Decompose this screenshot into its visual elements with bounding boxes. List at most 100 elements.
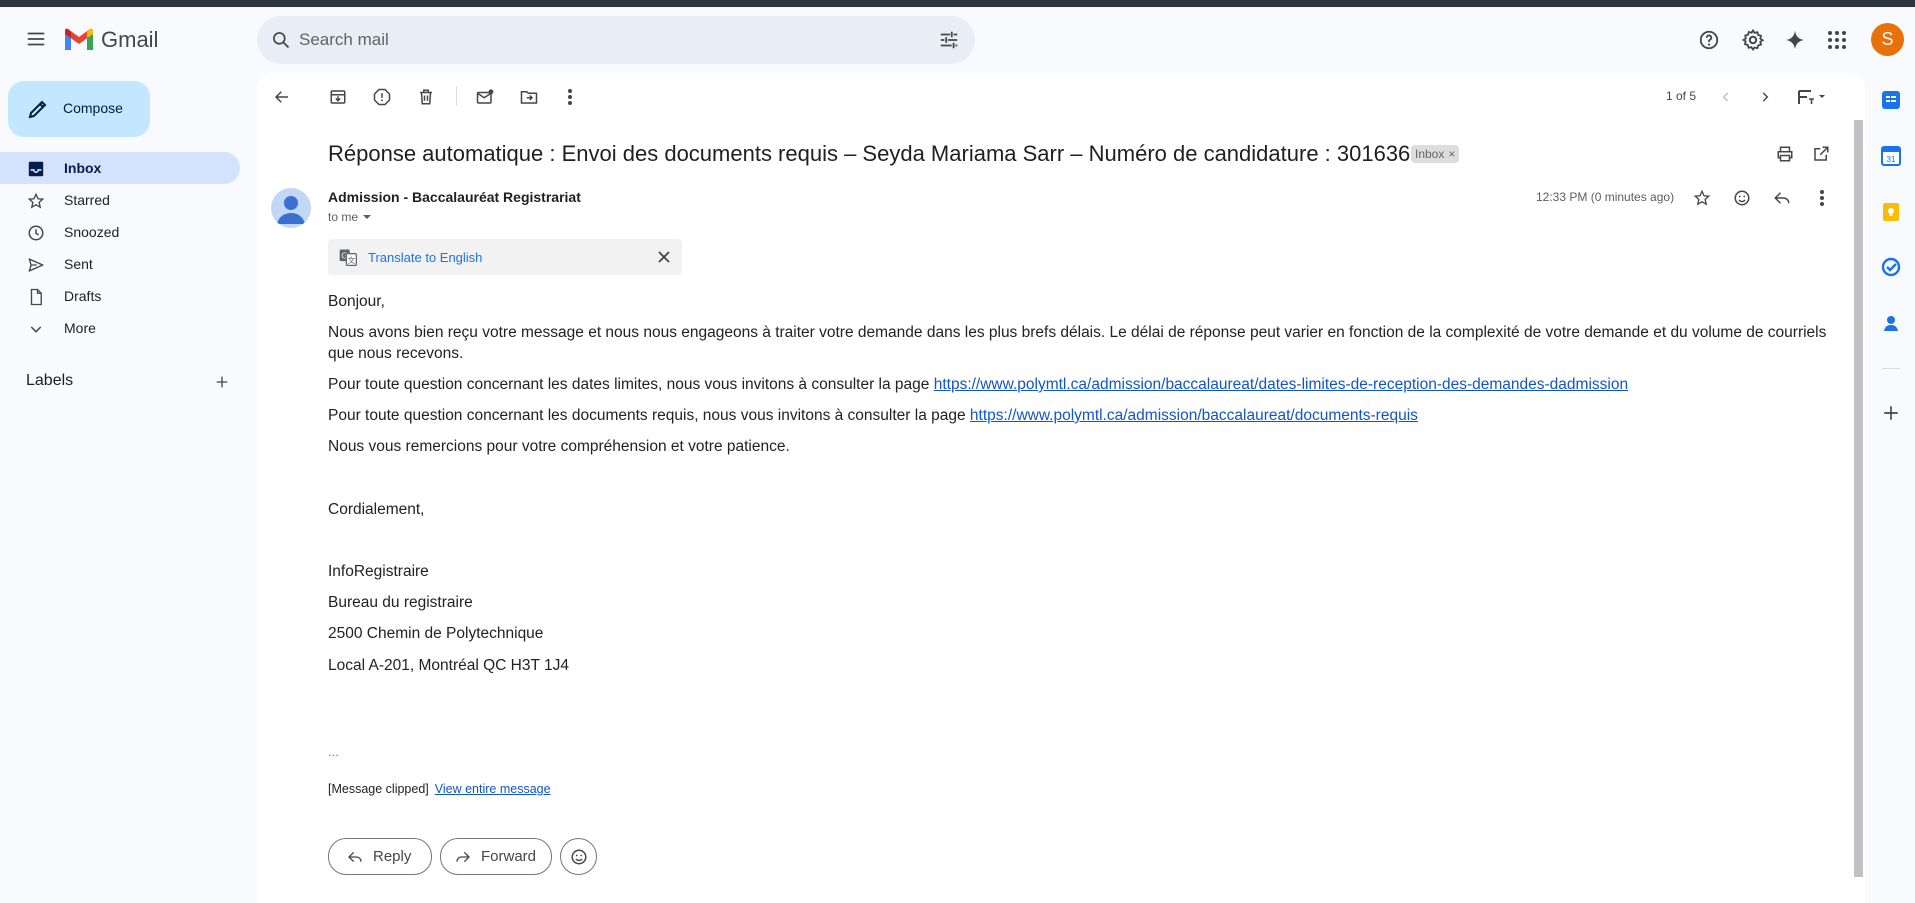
gmail-m-icon <box>65 28 93 50</box>
delete-icon[interactable] <box>411 82 441 112</box>
forward-button[interactable]: Forward <box>440 838 552 875</box>
newer-chevron-icon[interactable] <box>1711 82 1741 112</box>
body-text-segment: Pour toute question concernant les dates… <box>328 376 934 393</box>
scrollbar[interactable] <box>1854 120 1863 877</box>
more-options-icon[interactable] <box>555 82 585 112</box>
support-icon[interactable] <box>1692 23 1726 57</box>
chip-label: Inbox <box>1415 147 1445 161</box>
back-arrow-icon[interactable] <box>267 82 297 112</box>
star-icon <box>26 191 46 211</box>
emoji-icon <box>571 849 586 864</box>
pager-count: 1 of 5 <box>1666 89 1697 103</box>
emoji-reaction-button[interactable] <box>560 838 597 875</box>
sidebar-item-label: Snoozed <box>64 224 120 240</box>
body-paragraph-documents: Pour toute question concernant les docum… <box>328 405 1418 426</box>
report-spam-icon[interactable] <box>367 82 397 112</box>
mark-unread-icon[interactable] <box>470 82 500 112</box>
view-entire-message-link[interactable]: View entire message <box>435 782 551 796</box>
search-icon[interactable] <box>267 26 295 54</box>
app-header: Gmail S <box>0 7 1915 73</box>
forward-label: Forward <box>481 848 537 865</box>
older-chevron-icon[interactable] <box>1750 82 1780 112</box>
star-icon[interactable] <box>1688 184 1716 212</box>
calendar-app-icon[interactable]: 31 <box>1878 143 1904 169</box>
svg-text:文: 文 <box>348 255 356 265</box>
body-greeting: Bonjour, <box>328 293 385 310</box>
reply-icon <box>347 849 363 865</box>
compose-button[interactable]: Compose <box>8 81 150 137</box>
inbox-label-chip[interactable]: Inbox × <box>1411 145 1460 163</box>
send-icon <box>26 255 46 275</box>
deadlines-link[interactable]: https://www.polymtl.ca/admission/baccala… <box>934 376 1628 393</box>
body-paragraph-deadlines: Pour toute question concernant les dates… <box>328 374 1628 395</box>
chevron-down-icon <box>26 319 46 339</box>
email-subject: Réponse automatique : Envoi des document… <box>328 141 1411 166</box>
compose-label: Compose <box>63 100 123 116</box>
svg-text:31: 31 <box>1887 155 1896 164</box>
hamburger-icon <box>27 32 45 46</box>
forward-icon <box>455 849 471 865</box>
inbox-icon <box>26 159 46 179</box>
signature-line: Local A-201, Montréal QC H3T 1J4 <box>328 657 569 674</box>
add-label-icon[interactable] <box>210 370 234 394</box>
app-name: Gmail <box>101 27 159 52</box>
sender-name[interactable]: Admission - Baccalauréat Registrariat <box>328 189 581 205</box>
close-icon[interactable] <box>654 247 674 267</box>
sidebar-item-label: Inbox <box>64 160 102 176</box>
recipient-details[interactable]: to me <box>328 210 372 224</box>
side-panel-divider <box>1882 368 1900 369</box>
sidebar-item-snoozed[interactable]: Snoozed <box>0 216 240 248</box>
toolbar-divider <box>456 86 457 106</box>
sidebar-item-label: Starred <box>64 192 110 208</box>
account-avatar[interactable]: S <box>1871 23 1904 56</box>
reply-icon[interactable] <box>1768 184 1796 212</box>
clipped-label: [Message clipped] <box>328 782 429 796</box>
sheets-app-icon[interactable] <box>1878 87 1904 113</box>
caret-down-icon <box>363 215 372 219</box>
translate-link[interactable]: Translate to English <box>368 250 482 265</box>
get-addons-plus-icon[interactable] <box>1878 400 1904 426</box>
keep-app-icon[interactable] <box>1878 199 1904 225</box>
search-input[interactable] <box>299 16 899 64</box>
body-paragraph: Nous avons bien reçu votre message et no… <box>328 324 1827 362</box>
documents-link[interactable]: https://www.polymtl.ca/admission/baccala… <box>970 407 1418 424</box>
open-new-window-icon[interactable] <box>1806 139 1836 169</box>
search-options-icon[interactable] <box>937 28 961 52</box>
translate-icon: G文 <box>338 247 358 267</box>
body-text-segment: Pour toute question concernant les docum… <box>328 407 970 424</box>
draft-icon <box>26 287 46 307</box>
reply-button[interactable]: Reply <box>328 838 432 875</box>
move-to-icon[interactable] <box>514 82 544 112</box>
main-menu-button[interactable] <box>16 19 56 59</box>
settings-gear-icon[interactable] <box>1736 23 1770 57</box>
gemini-sparkle-icon[interactable] <box>1778 23 1812 57</box>
body-closing: Cordialement, <box>328 501 425 518</box>
remove-label-icon[interactable]: × <box>1448 147 1455 161</box>
search-bar[interactable] <box>257 16 975 64</box>
trimmed-content-ellipsis[interactable]: ... <box>328 744 339 759</box>
sidebar-item-inbox[interactable]: Inbox <box>0 152 240 184</box>
input-tools-icon[interactable] <box>1794 82 1830 112</box>
sidebar-item-label: More <box>64 320 96 336</box>
gmail-logo[interactable]: Gmail <box>63 24 158 56</box>
emoji-react-icon[interactable] <box>1728 184 1756 212</box>
message-clipped-note: [Message clipped] View entire message <box>328 782 551 796</box>
translate-banner: G文 Translate to English <box>328 239 682 275</box>
sidebar-item-more[interactable]: More <box>0 312 240 344</box>
print-icon[interactable] <box>1770 139 1800 169</box>
sidebar-item-sent[interactable]: Sent <box>0 248 240 280</box>
browser-top-strip <box>0 0 1915 7</box>
archive-icon[interactable] <box>323 82 353 112</box>
signature-line: 2500 Chemin de Polytechnique <box>328 625 544 642</box>
sender-avatar[interactable] <box>271 188 311 228</box>
sidebar-item-starred[interactable]: Starred <box>0 184 240 216</box>
recipient-label: to me <box>328 210 359 224</box>
pencil-icon <box>26 97 50 126</box>
apps-grid-icon[interactable] <box>1820 23 1854 57</box>
email-timestamp: 12:33 PM (0 minutes ago) <box>1536 190 1675 204</box>
sidebar-item-drafts[interactable]: Drafts <box>0 280 240 312</box>
contacts-app-icon[interactable] <box>1878 310 1904 336</box>
signature-line: Bureau du registraire <box>328 594 473 611</box>
message-more-icon[interactable] <box>1808 184 1836 212</box>
tasks-app-icon[interactable] <box>1878 254 1904 280</box>
